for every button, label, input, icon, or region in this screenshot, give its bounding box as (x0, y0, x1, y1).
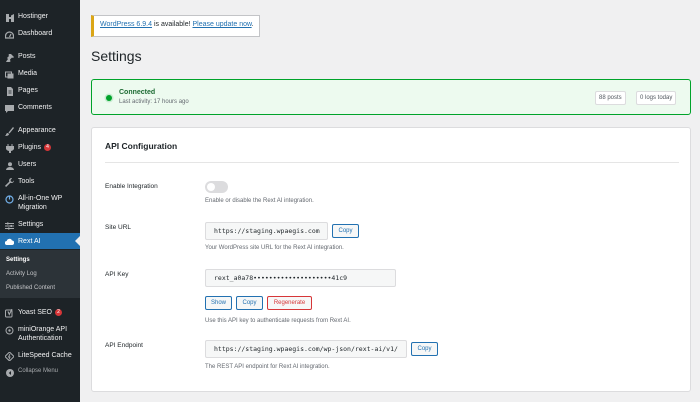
copy-api-key-button[interactable]: Copy (236, 296, 263, 310)
submenu-published-content[interactable]: Published Content (6, 285, 55, 291)
menu-settings[interactable]: Settings (0, 220, 80, 230)
admin-sidebar: Hostinger Dashboard Posts Media Pages Co… (0, 0, 80, 402)
hostinger-icon (5, 13, 14, 22)
update-now-link[interactable]: Please update now (192, 21, 251, 28)
comment-icon (5, 104, 14, 113)
menu-media[interactable]: Media (0, 69, 80, 79)
rext-ai-submenu: Settings Activity Log Published Content (0, 250, 80, 298)
status-title: Connected (119, 89, 156, 96)
dashboard-icon (5, 30, 14, 39)
yoast-label: Yoast SEO (18, 309, 52, 316)
api-key-desc: Use this API key to authenticate request… (205, 318, 351, 324)
page-icon (5, 87, 14, 96)
wordpress-version-link[interactable]: WordPress 6.9.4 (100, 21, 152, 28)
menu-pages[interactable]: Pages (0, 86, 80, 96)
regenerate-api-key-button[interactable]: Regenerate (267, 296, 312, 310)
menu-yoast-seo[interactable]: Yoast SEO 2 (0, 308, 80, 318)
toggle-knob (207, 183, 215, 191)
copy-api-endpoint-button[interactable]: Copy (411, 342, 438, 356)
brush-icon (5, 127, 14, 136)
collapse-menu-button[interactable]: Collapse Menu (0, 367, 80, 377)
api-key-field[interactable]: rext_a0a78••••••••••••••••••••41c9 (205, 269, 396, 287)
site-url-label: Site URL (105, 224, 132, 231)
api-endpoint-desc: The REST API endpoint for Rext AI integr… (205, 364, 330, 370)
miniorange-icon (5, 326, 14, 335)
menu-dashboard[interactable]: Dashboard (0, 29, 80, 39)
submenu-settings[interactable]: Settings (6, 257, 30, 263)
yoast-icon (5, 309, 14, 318)
cloud-icon (5, 237, 14, 246)
menu-plugins[interactable]: Plugins 4 (0, 143, 80, 153)
site-url-field[interactable]: https://staging.wpaegis.com (205, 222, 328, 240)
plugins-label: Plugins (18, 144, 41, 151)
card-title: API Configuration (105, 141, 178, 151)
enable-integration-toggle[interactable] (205, 181, 228, 193)
menu-litespeed-cache[interactable]: LiteSpeed Cache (0, 351, 80, 361)
menu-appearance[interactable]: Appearance (0, 126, 80, 136)
status-last-activity: Last activity: 17 hours ago (119, 99, 189, 105)
page-title: Settings (91, 48, 142, 64)
settings-icon (5, 221, 14, 230)
main-content: WordPress 6.9.4 is available! Please upd… (80, 0, 700, 402)
pin-icon (5, 53, 14, 62)
update-notice: WordPress 6.9.4 is available! Please upd… (91, 15, 260, 37)
menu-comments[interactable]: Comments (0, 103, 80, 113)
api-endpoint-field[interactable]: https://staging.wpaegis.com/wp-json/rext… (205, 340, 407, 358)
show-api-key-button[interactable]: Show (205, 296, 232, 310)
yoast-notification-badge: 2 (55, 309, 62, 316)
menu-users[interactable]: Users (0, 160, 80, 170)
menu-tools[interactable]: Tools (0, 177, 80, 187)
menu-hostinger[interactable]: Hostinger (0, 12, 80, 22)
notice-text: is available! (152, 21, 193, 28)
media-icon (5, 70, 14, 79)
connection-status-panel: Connected Last activity: 17 hours ago 88… (91, 79, 691, 115)
plugin-icon (5, 144, 14, 153)
collapse-icon (5, 368, 14, 377)
wrench-icon (5, 178, 14, 187)
menu-aio-migration[interactable]: All-in-One WP Migration (0, 194, 80, 212)
copy-site-url-button[interactable]: Copy (332, 224, 359, 238)
api-configuration-card: API Configuration Enable Integration Ena… (91, 127, 691, 392)
enable-integration-label: Enable Integration (105, 183, 158, 190)
enable-integration-desc: Enable or disable the Rext AI integratio… (205, 198, 314, 204)
menu-posts[interactable]: Posts (0, 52, 80, 62)
notice-period: . (251, 21, 254, 28)
user-icon (5, 161, 14, 170)
migration-icon (5, 195, 14, 204)
status-indicator-dot (106, 95, 112, 101)
api-endpoint-label: API Endpoint (105, 342, 143, 349)
litespeed-icon (5, 352, 14, 361)
menu-miniorange[interactable]: miniOrange API Authentication (0, 325, 80, 343)
site-url-desc: Your WordPress site URL for the Rext AI … (205, 245, 344, 251)
posts-count-badge: 88 posts (595, 91, 626, 105)
menu-rext-ai[interactable]: Rext AI (0, 233, 80, 249)
logs-count-badge: 0 logs today (636, 91, 677, 105)
api-key-label: API Key (105, 271, 129, 278)
card-divider (105, 162, 679, 163)
plugins-update-badge: 4 (43, 144, 51, 151)
submenu-activity-log[interactable]: Activity Log (6, 271, 37, 277)
